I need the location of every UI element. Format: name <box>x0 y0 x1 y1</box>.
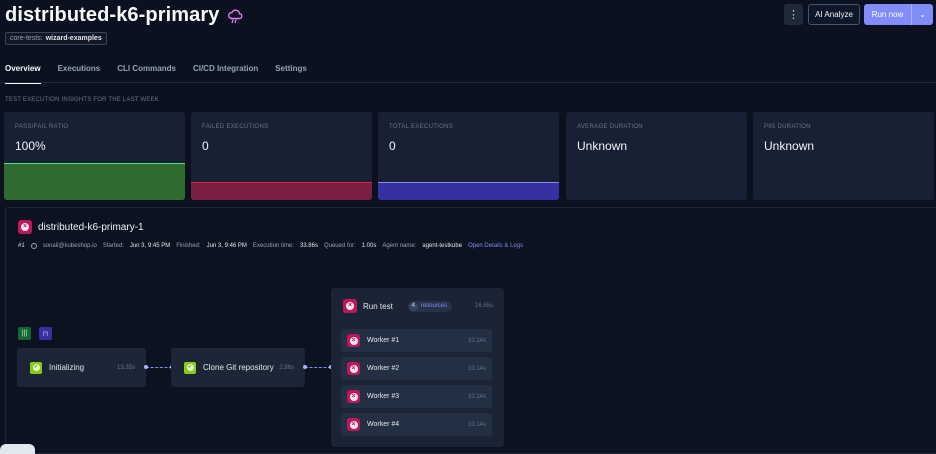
step-label: Clone Git repository <box>203 363 274 372</box>
card-label: P95 DURATION <box>764 124 811 130</box>
step-duration: 2.86s <box>279 364 294 371</box>
queued-label: Queued for: <box>323 243 356 249</box>
agent-label: Agent name: <box>382 243 417 249</box>
run-now-label[interactable]: Run now <box>864 10 911 19</box>
more-options-button[interactable]: ⋮ <box>784 4 803 25</box>
check-icon: ✓ <box>184 361 196 374</box>
tab-cicd-integration[interactable]: CI/CD Integration <box>193 64 258 84</box>
execution-number: #1 <box>18 243 25 249</box>
step-initializing[interactable]: ✓ Initializing 13.35s <box>17 348 146 387</box>
card-p95-duration: P95 DURATION Unknown <box>753 112 934 200</box>
card-pass-fail-ratio: PASS/FAIL RATIO 100% <box>4 112 185 200</box>
tab-overview[interactable]: Overview <box>5 64 41 84</box>
page-title: distributed-k6-primary <box>5 4 220 26</box>
failed-status-icon: × <box>347 390 360 403</box>
connector-dot <box>144 365 148 369</box>
failed-status-icon: × <box>343 299 357 313</box>
started-label: Started: <box>102 243 124 249</box>
insights-heading: TEST EXECUTION INSIGHTS FOR THE LAST WEE… <box>5 97 159 103</box>
failed-status-icon: × <box>347 334 360 347</box>
worker-label: Worker #4 <box>367 421 400 428</box>
worker-label: Worker #1 <box>367 337 400 344</box>
chevron-down-icon[interactable]: ⌄ <box>912 10 933 19</box>
tab-settings[interactable]: Settings <box>275 64 307 84</box>
card-failed-executions: FAILED EXECUTIONS 0 <box>191 112 372 200</box>
label-tag[interactable]: core-tests: wizard-examples <box>5 32 107 45</box>
columns-icon[interactable]: ||| <box>18 327 31 340</box>
execution-user: sonali@kubeshop.io <box>42 243 97 249</box>
card-label: PASS/FAIL RATIO <box>15 124 69 130</box>
cloud-rain-icon <box>228 8 243 23</box>
tab-cli-commands[interactable]: CLI Commands <box>117 64 176 84</box>
step-clone-git[interactable]: ✓ Clone Git repository 2.86s <box>171 348 305 387</box>
card-average-duration: AVERAGE DURATION Unknown <box>566 112 747 200</box>
card-fill <box>191 182 372 200</box>
resources-badge[interactable]: 4 resources <box>407 300 453 312</box>
group-duration: 16.65s <box>474 303 493 309</box>
resources-count: 4 <box>408 301 418 311</box>
card-value: Unknown <box>577 139 628 153</box>
more-vertical-icon: ⋮ <box>788 9 799 21</box>
worker-duration: 10.14s <box>467 421 486 428</box>
page-header: distributed-k6-primary <box>5 4 243 27</box>
card-total-executions: TOTAL EXECUTIONS 0 <box>378 112 559 200</box>
failed-status-icon: × <box>347 362 360 375</box>
worker-item[interactable]: × Worker #3 10.14s <box>341 385 492 408</box>
card-value: Unknown <box>764 139 815 153</box>
tab-executions[interactable]: Executions <box>58 64 101 84</box>
worker-duration: 10.14s <box>467 365 486 372</box>
card-label: FAILED EXECUTIONS <box>202 124 269 130</box>
step-duration: 13.35s <box>116 364 135 371</box>
failed-status-icon: × <box>18 220 32 234</box>
card-fill <box>378 182 559 200</box>
card-label: TOTAL EXECUTIONS <box>389 124 454 130</box>
exec-time-label: Execution time: <box>252 243 294 249</box>
worker-duration: 10.14s <box>467 393 486 400</box>
execution-meta: #1 sonali@kubeshop.io Started: Jun 3, 9:4… <box>18 243 523 249</box>
tabs-divider <box>0 82 936 83</box>
open-details-link[interactable]: Open Details & Logs <box>468 243 523 249</box>
exec-time-value: 33.86s <box>299 243 318 249</box>
execution-name[interactable]: distributed-k6-primary-1 <box>38 222 144 233</box>
failed-status-icon: × <box>347 418 360 431</box>
worker-item[interactable]: × Worker #2 10.14s <box>341 357 492 380</box>
card-label: AVERAGE DURATION <box>577 124 643 130</box>
execution-title-row: × distributed-k6-primary-1 <box>18 220 144 234</box>
user-icon <box>30 243 37 249</box>
group-label: Run test <box>363 301 393 311</box>
help-widget[interactable] <box>0 444 35 454</box>
tab-bar: Overview Executions CLI Commands CI/CD I… <box>5 64 307 84</box>
run-test-header[interactable]: × Run test 4 resources 16.65s <box>343 299 493 313</box>
finished-value: Jun 3, 9:46 PM <box>206 243 247 249</box>
ai-analyze-button[interactable]: AI Analyze <box>808 4 860 25</box>
run-now-button[interactable]: Run now ⌄ <box>864 4 933 25</box>
card-value: 0 <box>202 139 209 153</box>
worker-duration: 10.14s <box>467 337 486 344</box>
finished-label: Finished: <box>176 243 201 249</box>
worker-item[interactable]: × Worker #1 10.14s <box>341 329 492 352</box>
queued-value: 1.00s <box>361 243 377 249</box>
card-fill <box>4 163 185 200</box>
card-value: 0 <box>389 139 396 153</box>
flow-icon[interactable]: ⊓ <box>39 327 52 340</box>
connector <box>305 367 331 368</box>
check-icon: ✓ <box>30 361 42 374</box>
connector-dot <box>303 365 307 369</box>
agent-value: agent-testkube <box>422 243 463 249</box>
worker-label: Worker #3 <box>367 393 400 400</box>
card-value: 100% <box>15 139 46 153</box>
worker-label: Worker #2 <box>367 365 400 372</box>
worker-item[interactable]: × Worker #4 10.14s <box>341 413 492 436</box>
connector <box>146 367 172 368</box>
started-value: Jun 3, 9:45 PM <box>129 243 171 249</box>
resources-label: resources <box>420 303 448 309</box>
step-label: Initializing <box>49 363 85 372</box>
